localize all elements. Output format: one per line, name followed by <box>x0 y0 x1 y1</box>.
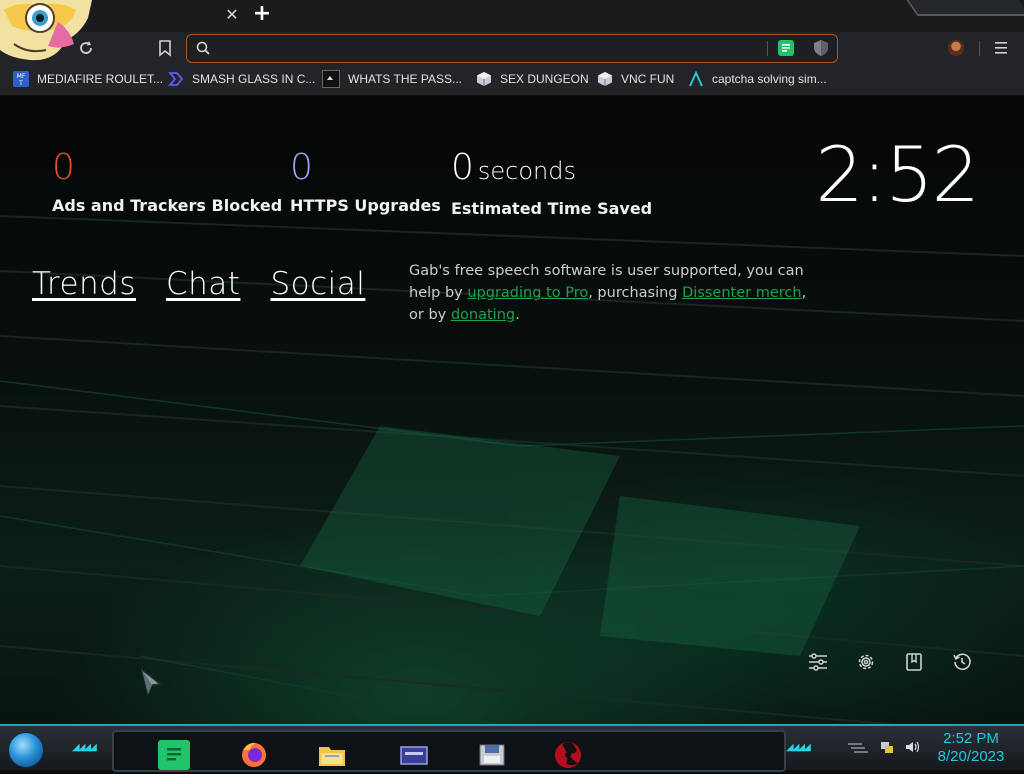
donating-link[interactable]: donating <box>451 307 515 323</box>
cube-icon <box>476 71 492 87</box>
history-icon[interactable] <box>952 652 972 672</box>
address-input[interactable] <box>217 38 761 60</box>
search-icon <box>196 41 210 55</box>
chevron-decoration-icon: ◢◢◢◢ <box>786 742 811 753</box>
gab-support-message: Gab's free speech software is user suppo… <box>409 260 809 326</box>
ads-blocked-label: Ads and Trackers Blocked <box>52 196 283 215</box>
cube-icon <box>597 71 613 87</box>
time-saved-label: Estimated Time Saved <box>451 199 653 218</box>
upgrade-pro-link[interactable]: upgrading to Pro <box>467 285 588 301</box>
bookmark-vnc-fun[interactable]: VNC FUN <box>597 70 674 88</box>
bookmark-smash-glass[interactable]: SMASH GLASS IN C... <box>168 70 315 88</box>
window-frame-decoration <box>906 0 1024 16</box>
address-bar[interactable] <box>186 34 838 63</box>
time-saved-value: 0 seconds <box>451 148 652 191</box>
promo-text: , purchasing <box>588 285 683 301</box>
taskbar: ◢◢◢◢ ◢◢◢◢ 2:52 PM 8/20/2023 <box>0 724 1024 772</box>
network-icon[interactable] <box>880 740 894 754</box>
omnibox-divider <box>767 41 768 56</box>
ads-blocked-stat: 0 Ads and Trackers Blocked <box>52 147 283 216</box>
bookmark-label: WHATS THE PASS... <box>348 72 463 86</box>
time-saved-count: 0 <box>451 147 474 188</box>
system-time: 2:52 PM <box>943 730 999 747</box>
bookmark-whats-the-pass[interactable]: WHATS THE PASS... <box>322 70 462 88</box>
profile-avatar[interactable] <box>948 40 964 56</box>
file-explorer-app[interactable] <box>316 740 348 770</box>
new-tab-button[interactable]: + <box>250 3 274 26</box>
menu-icon[interactable] <box>994 40 1008 56</box>
https-upgrades-count: 0 <box>290 147 313 188</box>
system-date: 8/20/2023 <box>937 748 1005 765</box>
bookmarks-bar: MF T MEDIAFIRE ROULET... SMASH GLASS IN C… <box>0 64 1024 96</box>
disk-app[interactable] <box>476 740 508 770</box>
bookmark-label: captcha solving sim... <box>712 72 827 86</box>
mouse-cursor-icon <box>140 668 162 696</box>
bookmark-icon[interactable] <box>155 38 175 58</box>
settings-icon[interactable] <box>856 652 876 672</box>
bookmark-mediafire[interactable]: MF T MEDIAFIRE ROULET... <box>13 70 163 88</box>
ntp-clock: 2:52 <box>815 130 980 219</box>
bookmark-label: MEDIAFIRE ROULET... <box>37 72 164 86</box>
customize-icon[interactable] <box>808 652 828 672</box>
chevron-decoration-icon: ◢◢◢◢ <box>72 742 97 753</box>
tab-strip: ✕ + <box>0 0 1024 33</box>
taskbar-app-area <box>112 730 786 772</box>
bookmark-label: SEX DUNGEON <box>500 72 589 86</box>
social-link[interactable]: Social <box>270 266 365 302</box>
new-tab-page: 0 Ads and Trackers Blocked 0 HTTPS Upgra… <box>0 96 1024 724</box>
show-desktop-icon[interactable] <box>848 742 868 754</box>
promo-text: . <box>515 307 520 323</box>
start-button[interactable] <box>8 732 44 768</box>
window-app[interactable] <box>398 740 430 770</box>
svg-text:MF: MF <box>17 73 26 80</box>
svg-text:T: T <box>18 80 23 87</box>
https-upgrades-stat: 0 HTTPS Upgrades <box>290 147 441 216</box>
a-logo-icon <box>688 70 704 87</box>
trends-link[interactable]: Trends <box>32 266 136 302</box>
firefox-app[interactable] <box>238 740 270 770</box>
ntp-toolbar <box>808 652 972 672</box>
chat-link[interactable]: Chat <box>166 266 240 302</box>
system-clock[interactable]: 2:52 PM 8/20/2023 <box>928 730 1014 766</box>
time-saved-unit: seconds <box>477 157 577 185</box>
mediafire-icon: MF T <box>13 71 29 87</box>
bookmark-captcha[interactable]: captcha solving sim... <box>688 70 827 88</box>
radiation-app[interactable] <box>552 740 584 770</box>
gab-extension-icon[interactable] <box>778 40 794 56</box>
volume-icon[interactable] <box>905 740 921 754</box>
dissenter-merch-link[interactable]: Dissenter merch <box>682 285 801 301</box>
time-saved-stat: 0 seconds Estimated Time Saved <box>451 148 653 219</box>
bookmark-label: VNC FUN <box>621 72 675 86</box>
ads-blocked-count: 0 <box>52 147 75 188</box>
bookmark-label: SMASH GLASS IN C... <box>192 72 316 86</box>
browser-toolbar <box>0 32 1024 64</box>
shield-icon[interactable] <box>812 39 830 57</box>
https-upgrades-label: HTTPS Upgrades <box>290 196 441 215</box>
ntp-links: Trends Chat Social <box>32 266 365 302</box>
toolbar-divider <box>979 41 980 56</box>
bookmarks-icon[interactable] <box>904 652 924 672</box>
chevron-logo-icon <box>168 71 184 87</box>
gab-app[interactable] <box>158 740 190 770</box>
close-tab-icon[interactable]: ✕ <box>222 4 242 26</box>
theme-character-art <box>0 0 92 64</box>
bookmark-sex-dungeon[interactable]: SEX DUNGEON <box>476 70 589 88</box>
dark-page-icon <box>322 70 340 88</box>
